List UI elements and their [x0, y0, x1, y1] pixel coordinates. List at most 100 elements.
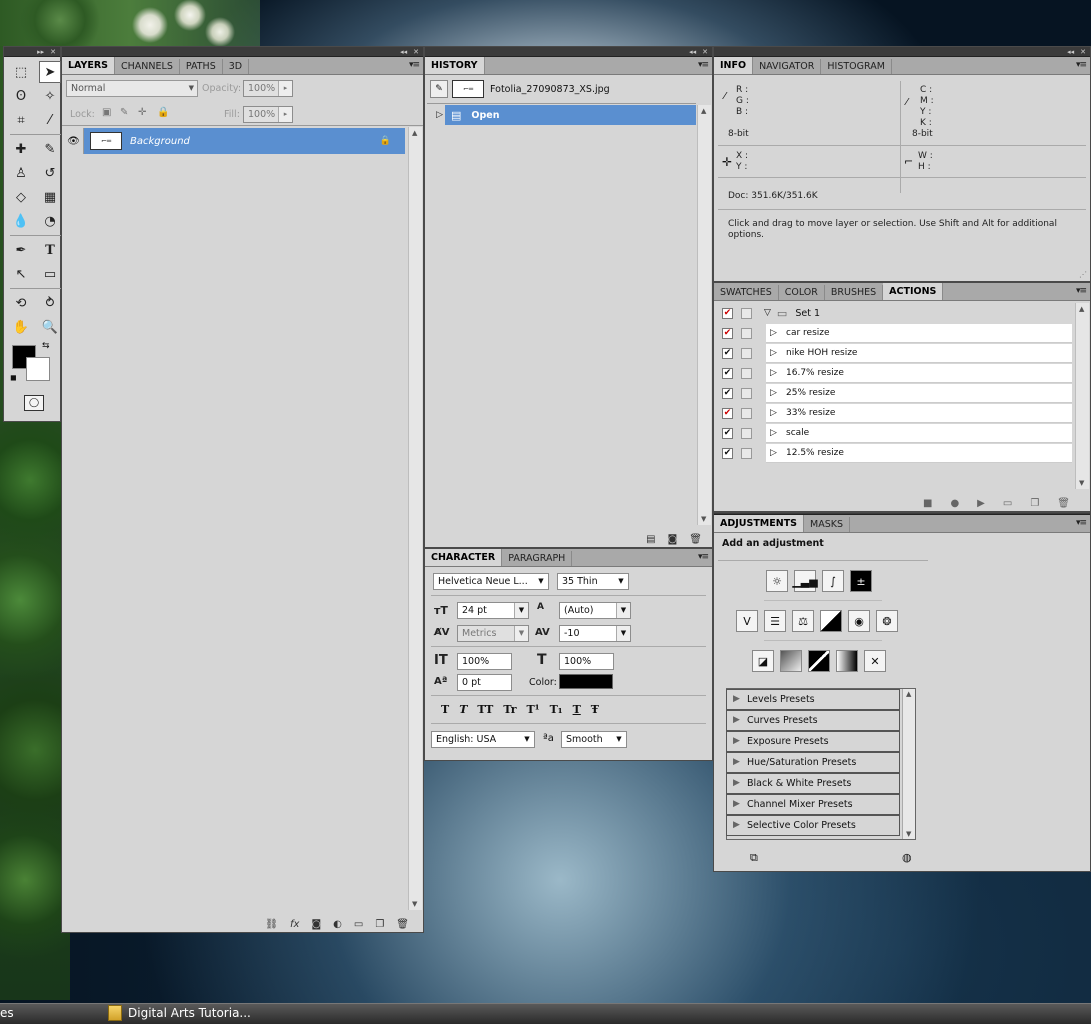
preset-row[interactable]: ▶ Curves Presets: [726, 710, 900, 731]
collapse-icon[interactable]: ◂◂: [689, 48, 696, 56]
expand-triangle-icon[interactable]: ▶: [733, 690, 740, 709]
pen-icon[interactable]: ✒: [10, 239, 32, 261]
tools-panel-strip[interactable]: ▸▸ ✕: [4, 47, 60, 57]
action-checkbox[interactable]: ✔: [722, 447, 733, 459]
leading-field[interactable]: (Auto) ▼: [559, 602, 631, 619]
curves-icon[interactable]: ∫: [822, 570, 844, 592]
action-row[interactable]: ✔ ▷ car resize: [716, 323, 1072, 343]
opacity-field[interactable]: 100% ▸: [243, 80, 293, 97]
close-icon[interactable]: ✕: [413, 48, 419, 56]
hand-icon[interactable]: ✋: [10, 316, 32, 338]
expand-triangle-icon[interactable]: ▷: [770, 364, 777, 383]
tab-masks[interactable]: MASKS: [804, 517, 851, 532]
photo-filter-icon[interactable]: ◉: [848, 610, 870, 632]
action-checkbox[interactable]: ✔: [722, 307, 733, 319]
expand-triangle-icon[interactable]: ▷: [770, 324, 777, 343]
history-step-row[interactable]: ▷ ▤ Open: [427, 105, 696, 125]
invert-icon[interactable]: ◪: [752, 650, 774, 672]
strikethrough-button[interactable]: Ŧ: [591, 703, 599, 716]
close-icon[interactable]: ✕: [702, 48, 708, 56]
tab-character[interactable]: CHARACTER: [425, 549, 503, 566]
adjustment-layer-icon[interactable]: ◐: [333, 919, 342, 930]
dialog-toggle[interactable]: [741, 367, 752, 379]
expand-triangle-icon[interactable]: ▷: [770, 424, 777, 443]
color-balance-icon[interactable]: ⚖: [792, 610, 814, 632]
preset-row[interactable]: ▶ Exposure Presets: [726, 731, 900, 752]
expand-triangle-icon[interactable]: ▶: [733, 711, 740, 730]
marquee-icon[interactable]: ⬚: [10, 61, 32, 83]
new-layer-icon[interactable]: ❐: [375, 919, 384, 930]
add-mask-icon[interactable]: ◙: [311, 919, 321, 930]
trash-icon[interactable]: 🗑: [396, 919, 409, 930]
lasso-icon[interactable]: ʘ: [10, 85, 32, 107]
scroll-down-icon[interactable]: ▼: [701, 515, 706, 523]
preset-row[interactable]: ▶ Black & White Presets: [726, 773, 900, 794]
dialog-toggle[interactable]: [741, 347, 752, 359]
expand-triangle-icon[interactable]: ▷: [770, 404, 777, 423]
small-caps-button[interactable]: Tr: [503, 703, 516, 716]
dodge-icon[interactable]: ◔: [39, 210, 61, 232]
resize-grip-icon[interactable]: ⋰: [1079, 270, 1087, 279]
collapse-icon[interactable]: ◂◂: [400, 48, 407, 56]
expand-triangle-icon[interactable]: ▷: [770, 444, 777, 463]
actions-scrollbar[interactable]: ▲ ▼: [1075, 303, 1089, 489]
info-panel-strip[interactable]: ◂◂ ✕: [714, 47, 1090, 57]
action-checkbox[interactable]: ✔: [722, 327, 733, 339]
tab-layers[interactable]: LAYERS: [62, 57, 116, 74]
action-checkbox[interactable]: ✔: [722, 367, 733, 379]
horizontal-scale-field[interactable]: 100%: [559, 653, 614, 670]
dialog-toggle[interactable]: [741, 407, 752, 419]
expand-triangle-icon[interactable]: ▶: [733, 732, 740, 751]
action-row[interactable]: ✔ ▷ scale: [716, 423, 1072, 443]
tab-adjustments[interactable]: ADJUSTMENTS: [714, 515, 805, 532]
fx-icon[interactable]: fx: [290, 919, 299, 930]
stop-icon[interactable]: ■: [923, 498, 932, 509]
font-style-select[interactable]: 35 Thin ▼: [557, 573, 629, 590]
subscript-button[interactable]: T₁: [550, 703, 563, 716]
tab-navigator[interactable]: NAVIGATOR: [753, 59, 822, 74]
close-icon[interactable]: ✕: [50, 48, 56, 56]
action-checkbox[interactable]: ✔: [722, 347, 733, 359]
selective-color-icon[interactable]: ✕: [864, 650, 886, 672]
gradient-icon[interactable]: ▦: [39, 186, 61, 208]
crop-icon[interactable]: ⌗: [10, 109, 32, 131]
action-checkbox[interactable]: ✔: [722, 407, 733, 419]
hue-saturation-icon[interactable]: ☰: [764, 610, 786, 632]
vibrance-icon[interactable]: V: [736, 610, 758, 632]
anti-alias-select[interactable]: Smooth ▼: [561, 731, 627, 748]
faux-italic-button[interactable]: T: [459, 703, 467, 716]
chevron-down-icon[interactable]: ▼: [616, 626, 630, 641]
collapse-icon[interactable]: ▸▸: [37, 48, 44, 56]
panel-menu-icon[interactable]: ▾≡: [1076, 60, 1087, 70]
dialog-toggle[interactable]: [741, 307, 752, 319]
scroll-up-icon[interactable]: ▲: [412, 129, 417, 137]
eye-icon[interactable]: 👁: [64, 128, 84, 154]
vertical-scale-field[interactable]: 100%: [457, 653, 512, 670]
record-icon[interactable]: ●: [950, 498, 959, 509]
eyedropper-icon[interactable]: ⁄: [39, 109, 61, 131]
close-icon[interactable]: ✕: [1080, 48, 1086, 56]
expand-triangle-icon[interactable]: ▷: [770, 344, 777, 363]
layer-row-background[interactable]: 👁 ⌐═ Background 🔒: [64, 128, 405, 154]
panel-menu-icon[interactable]: ▾≡: [698, 60, 709, 70]
kerning-field[interactable]: Metrics ▼: [457, 625, 529, 642]
action-row[interactable]: ✔ ▷ 16.7% resize: [716, 363, 1072, 383]
group-folder-icon[interactable]: ▭: [354, 919, 363, 930]
superscript-button[interactable]: T¹: [527, 703, 540, 716]
text-color-swatch[interactable]: [559, 674, 613, 689]
expand-triangle-icon[interactable]: ▶: [733, 774, 740, 793]
action-row[interactable]: ✔ ▷ 25% resize: [716, 383, 1072, 403]
expand-triangle-icon[interactable]: ▽: [764, 308, 771, 318]
play-icon[interactable]: ▶: [977, 498, 985, 509]
shape-icon[interactable]: ▭: [39, 263, 61, 285]
panel-menu-icon[interactable]: ▾≡: [698, 552, 709, 562]
panel-menu-icon[interactable]: ▾≡: [1076, 286, 1087, 296]
panel-menu-icon[interactable]: ▾≡: [409, 60, 420, 70]
tab-channels[interactable]: CHANNELS: [115, 59, 180, 74]
scroll-up-icon[interactable]: ▲: [906, 690, 911, 698]
clip-to-layer-icon[interactable]: ⧉: [750, 851, 758, 865]
panel-menu-icon[interactable]: ▾≡: [1076, 518, 1087, 528]
healing-icon[interactable]: ✚: [10, 138, 32, 160]
font-size-field[interactable]: 24 pt ▼: [457, 602, 529, 619]
chevron-right-icon[interactable]: ▸: [278, 81, 292, 96]
